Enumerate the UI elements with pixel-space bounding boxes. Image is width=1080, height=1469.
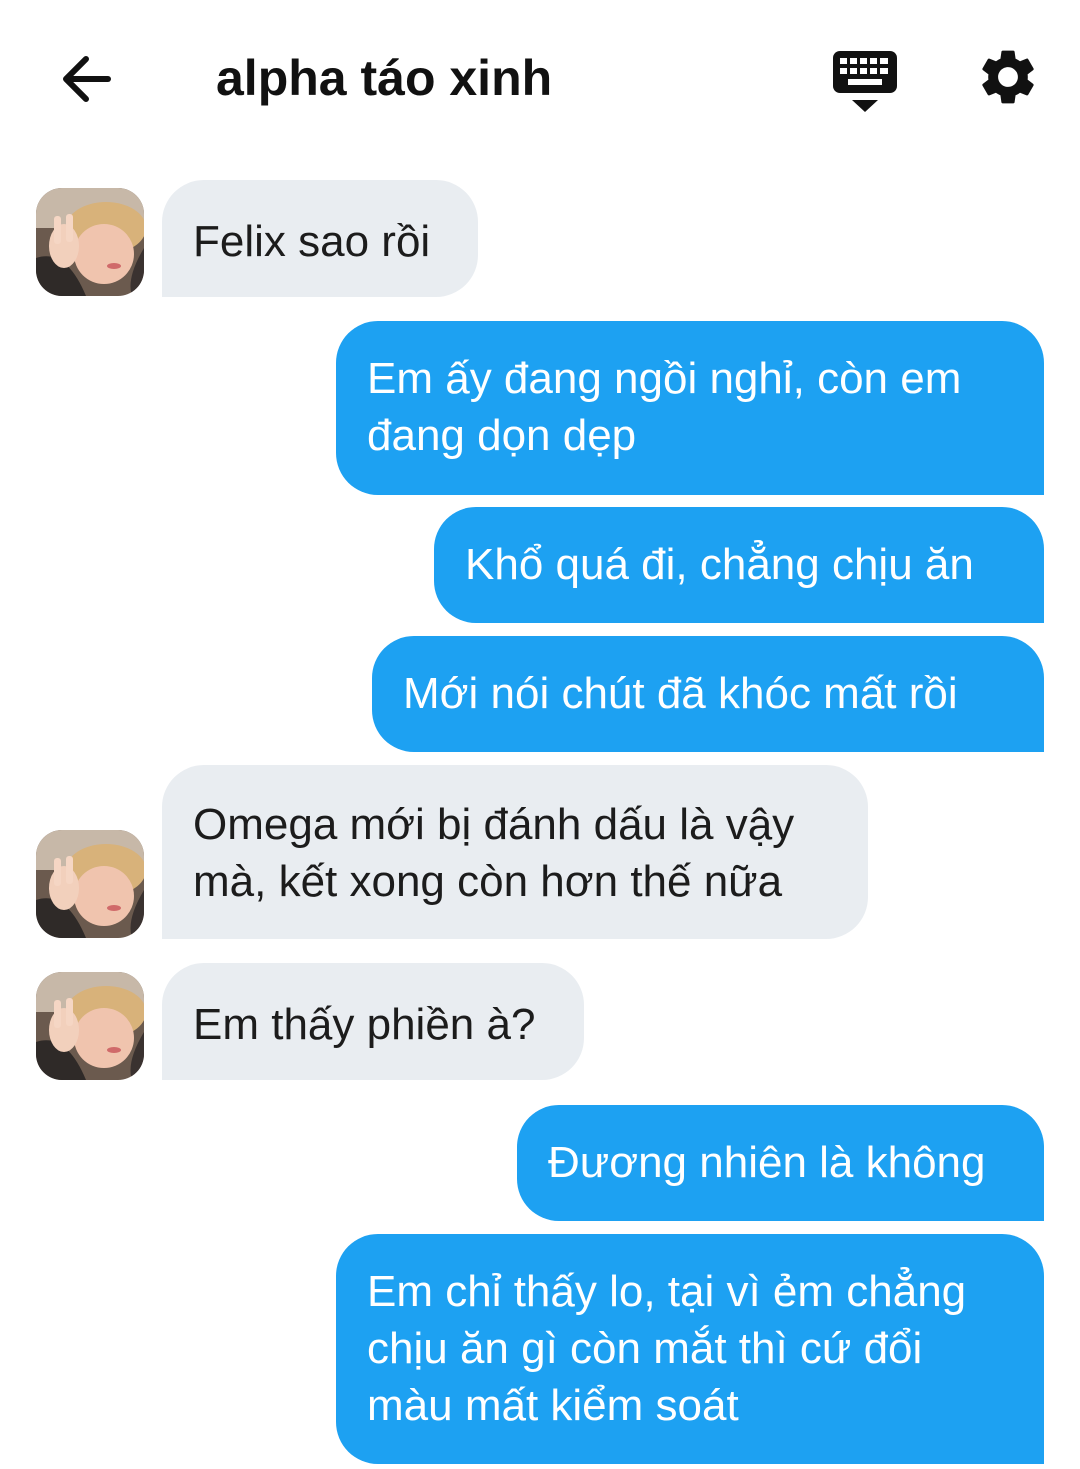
message-bubble-outgoing[interactable]: Khổ quá đi, chẳng chịu ăn xyxy=(434,507,1044,623)
message-bubble-outgoing[interactable]: Em chỉ thấy lo, tại vì ẻm chẳng chịu ăn … xyxy=(336,1234,1044,1464)
back-button[interactable] xyxy=(50,48,118,110)
keyboard-icon xyxy=(833,51,897,112)
message-bubble-outgoing[interactable]: Em ấy đang ngồi nghỉ, còn em đang dọn dẹ… xyxy=(336,321,1044,495)
chat-header: alpha táo xinh xyxy=(0,0,1080,155)
avatar[interactable] xyxy=(36,830,144,938)
settings-button[interactable] xyxy=(975,44,1041,110)
message-bubble-incoming[interactable]: Em thấy phiền à? xyxy=(162,963,584,1080)
keyboard-button[interactable] xyxy=(830,48,900,114)
message-bubble-outgoing[interactable]: Mới nói chút đã khóc mất rồi xyxy=(372,636,1044,752)
arrow-left-icon xyxy=(63,56,111,102)
avatar[interactable] xyxy=(36,972,144,1080)
avatar[interactable] xyxy=(36,188,144,296)
message-bubble-outgoing[interactable]: Đương nhiên là không xyxy=(517,1105,1044,1221)
message-bubble-incoming[interactable]: Felix sao rồi xyxy=(162,180,478,297)
message-bubble-incoming[interactable]: Omega mới bị đánh dấu là vậy mà, kết xon… xyxy=(162,765,868,939)
chat-title: alpha táo xinh xyxy=(216,50,553,106)
gear-icon xyxy=(982,50,1034,104)
